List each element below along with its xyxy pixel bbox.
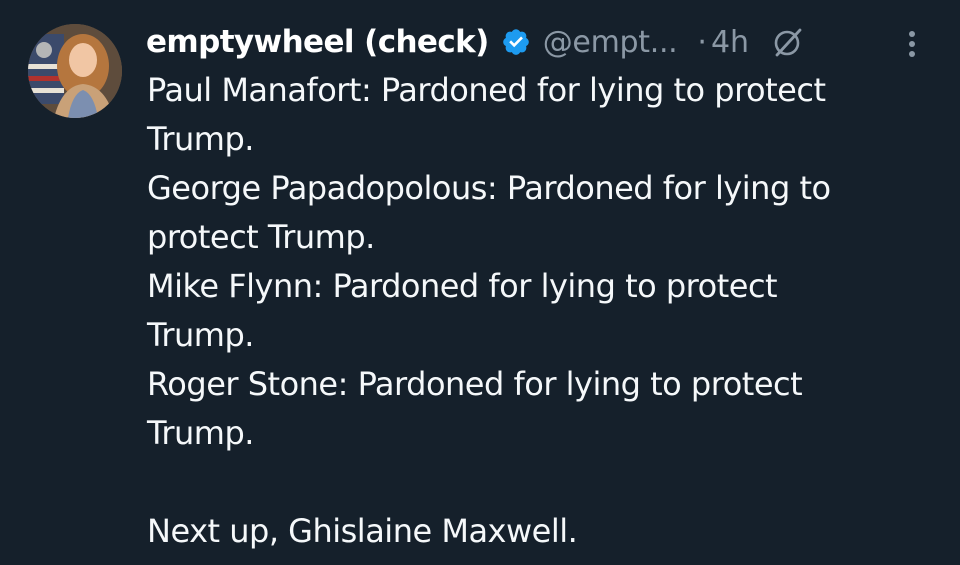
display-name[interactable]: emptywheel (check) (146, 24, 489, 60)
tweet-text-line: Trump. (147, 120, 254, 158)
tweet-text-line: Roger Stone: Pardoned for lying to prote… (147, 365, 803, 403)
grok-icon[interactable] (771, 25, 805, 59)
tweet-text-line: Paul Manafort: Pardoned for lying to pro… (147, 71, 826, 109)
tweet-text-line: Next up, Ghislaine Maxwell. (147, 512, 578, 550)
tweet-text-line: George Papadopolous: Pardoned for lying … (147, 169, 831, 207)
tweet-text-line: protect Trump. (147, 218, 375, 256)
tweet-text-line: Trump. (147, 414, 254, 452)
tweet-header: emptywheel (check) @empt... · 4h (146, 18, 805, 66)
tweet[interactable]: emptywheel (check) @empt... · 4h Paul Ma… (0, 0, 960, 565)
tweet-text-line: Mike Flynn: Pardoned for lying to protec… (147, 267, 778, 305)
tweet-text: Paul Manafort: Pardoned for lying to pro… (147, 66, 947, 556)
verified-badge-icon[interactable] (501, 27, 531, 57)
profile-avatar[interactable] (28, 24, 122, 118)
tweet-text-line: Trump. (147, 316, 254, 354)
user-handle[interactable]: @empt... (543, 25, 678, 60)
more-options-icon[interactable] (900, 26, 924, 62)
timestamp[interactable]: 4h (711, 25, 749, 60)
separator-dot: · (697, 24, 707, 60)
